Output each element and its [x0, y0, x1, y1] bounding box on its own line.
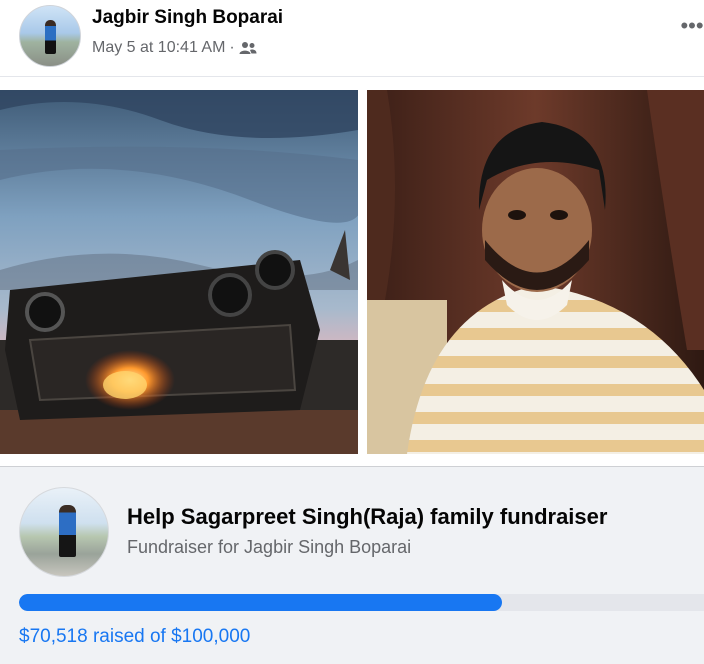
- photo-portrait[interactable]: [367, 90, 704, 454]
- fundraiser-avatar[interactable]: [19, 487, 109, 577]
- author-name[interactable]: Jagbir Singh Boparai: [92, 7, 283, 29]
- fundraiser-title[interactable]: Help Sagarpreet Singh(Raja) family fundr…: [127, 504, 607, 530]
- group-icon[interactable]: [239, 41, 257, 55]
- fundraiser-progress-bar: [19, 594, 704, 611]
- post-timestamp[interactable]: May 5 at 10:41 AM: [92, 39, 225, 57]
- photo-truck-fire[interactable]: [0, 90, 358, 454]
- fundraiser-card[interactable]: Help Sagarpreet Singh(Raja) family fundr…: [0, 467, 704, 664]
- post-meta: May 5 at 10:41 AM ·: [92, 39, 257, 57]
- post-header: Jagbir Singh Boparai May 5 at 10:41 AM ·…: [0, 0, 704, 76]
- header-divider: [0, 76, 704, 77]
- author-avatar[interactable]: [19, 5, 81, 67]
- fundraiser-raised-amount: $70,518 raised of $100,000: [19, 626, 251, 647]
- meta-separator: ·: [229, 39, 235, 56]
- more-options-button[interactable]: •••: [680, 15, 704, 37]
- fundraiser-subtitle: Fundraiser for Jagbir Singh Boparai: [127, 537, 412, 557]
- fundraiser-progress-fill: [19, 594, 502, 611]
